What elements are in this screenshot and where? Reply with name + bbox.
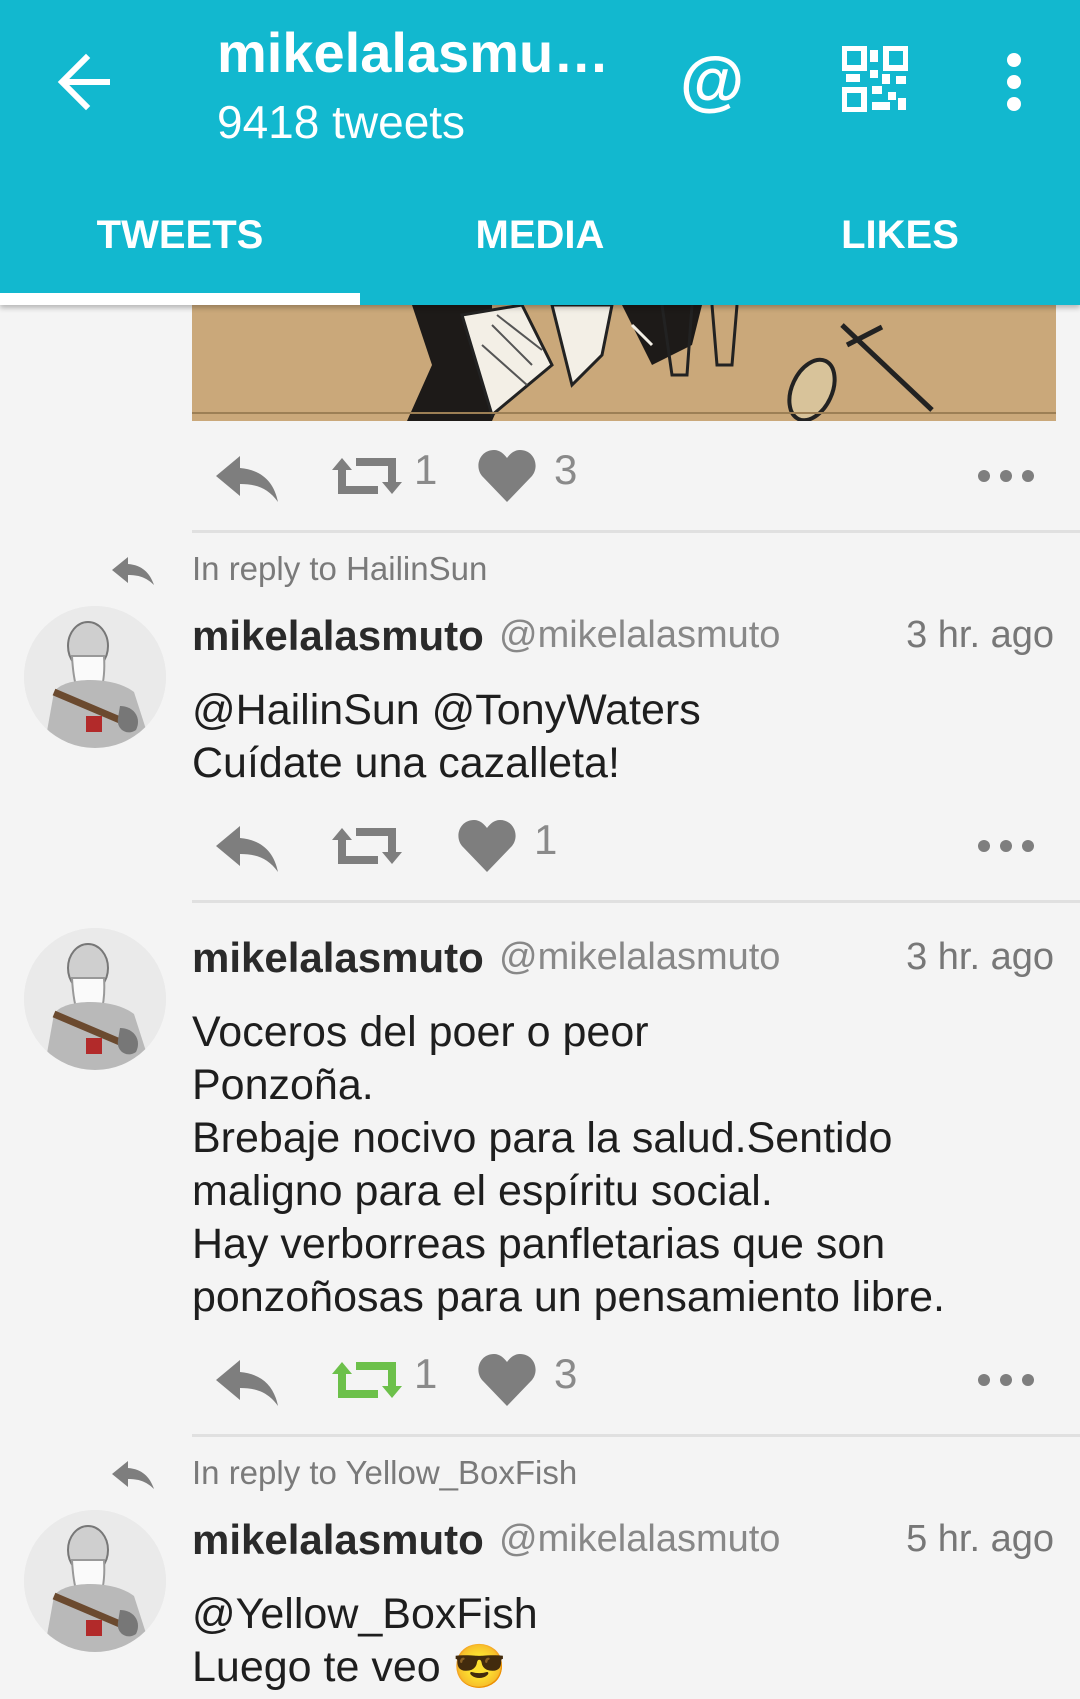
tweet-header: mikelalasmuto @mikelalasmuto 5 hr. ago bbox=[192, 1516, 1054, 1572]
more-options-icon[interactable] bbox=[976, 1340, 1036, 1420]
like-count: 1 bbox=[534, 816, 558, 863]
like-count: 3 bbox=[554, 446, 578, 493]
tweet-actions: 1 bbox=[192, 806, 1056, 886]
reply-icon[interactable] bbox=[212, 436, 282, 516]
in-reply-to-label[interactable]: In reply to HailinSun bbox=[192, 550, 487, 588]
in-reply-to-label[interactable]: In reply to Yellow_BoxFish bbox=[192, 1454, 577, 1492]
reply-indicator-icon bbox=[110, 1457, 156, 1491]
retweet-count: 1 bbox=[414, 1350, 438, 1397]
username-handle[interactable]: @mikelalasmuto bbox=[499, 1518, 780, 1561]
display-name[interactable]: mikelalasmuto bbox=[192, 1516, 484, 1564]
tweet-actions: 1 3 bbox=[192, 1340, 1056, 1420]
app-bar: mikelalasmu… 9418 tweets @ TWEETS MEDIA … bbox=[0, 0, 1080, 305]
timestamp: 5 hr. ago bbox=[906, 1518, 1054, 1560]
tweet-count: 9418 tweets bbox=[217, 96, 466, 148]
display-name[interactable]: mikelalasmuto bbox=[192, 934, 484, 982]
display-name[interactable]: mikelalasmuto bbox=[192, 612, 484, 660]
profile-title: mikelalasmu… bbox=[217, 21, 610, 84]
reply-indicator-icon bbox=[110, 553, 156, 587]
tweet-header: mikelalasmuto @mikelalasmuto 3 hr. ago bbox=[192, 612, 1054, 668]
retweet-icon[interactable] bbox=[332, 436, 402, 516]
avatar[interactable] bbox=[24, 606, 166, 748]
username-handle[interactable]: @mikelalasmuto bbox=[499, 614, 780, 657]
at-icon[interactable]: @ bbox=[672, 40, 752, 120]
avatar[interactable] bbox=[24, 1510, 166, 1652]
tweet-media-image[interactable] bbox=[192, 305, 1056, 421]
tweet-text: @HailinSun @TonyWaters Cuídate una cazal… bbox=[192, 686, 701, 787]
retweet-count: 1 bbox=[414, 446, 438, 493]
divider bbox=[192, 1434, 1080, 1437]
retweet-icon[interactable] bbox=[332, 806, 402, 886]
more-options-icon[interactable] bbox=[976, 806, 1036, 886]
overflow-menu-icon[interactable] bbox=[990, 50, 1038, 114]
profile-tabs: TWEETS MEDIA LIKES bbox=[0, 190, 1080, 290]
reply-icon[interactable] bbox=[212, 806, 282, 886]
qr-code-icon[interactable] bbox=[841, 45, 909, 113]
selected-tab-indicator bbox=[0, 293, 360, 305]
tweet-actions: 1 3 bbox=[192, 436, 1056, 516]
divider bbox=[192, 900, 1080, 903]
like-count: 3 bbox=[554, 1350, 578, 1397]
like-heart-icon[interactable] bbox=[458, 806, 518, 886]
tweet-text: @Yellow_BoxFish Luego te veo 😎 bbox=[192, 1590, 538, 1691]
avatar[interactable] bbox=[24, 928, 166, 1070]
divider bbox=[192, 530, 1080, 533]
like-heart-icon[interactable] bbox=[478, 1340, 538, 1420]
timestamp: 3 hr. ago bbox=[906, 936, 1054, 978]
back-arrow-icon[interactable] bbox=[52, 50, 116, 114]
retweet-icon-active[interactable] bbox=[332, 1340, 402, 1420]
like-heart-icon[interactable] bbox=[478, 436, 538, 516]
tab-tweets[interactable]: TWEETS bbox=[0, 190, 360, 290]
reply-icon[interactable] bbox=[212, 1340, 282, 1420]
tweet-text: Voceros del poer o peor Ponzoña. Brebaje… bbox=[192, 1008, 946, 1321]
tab-likes[interactable]: LIKES bbox=[720, 190, 1080, 290]
timestamp: 3 hr. ago bbox=[906, 614, 1054, 656]
username-handle[interactable]: @mikelalasmuto bbox=[499, 936, 780, 979]
tweet-header: mikelalasmuto @mikelalasmuto 3 hr. ago bbox=[192, 934, 1054, 990]
more-options-icon[interactable] bbox=[976, 436, 1036, 516]
tab-media[interactable]: MEDIA bbox=[360, 190, 720, 290]
